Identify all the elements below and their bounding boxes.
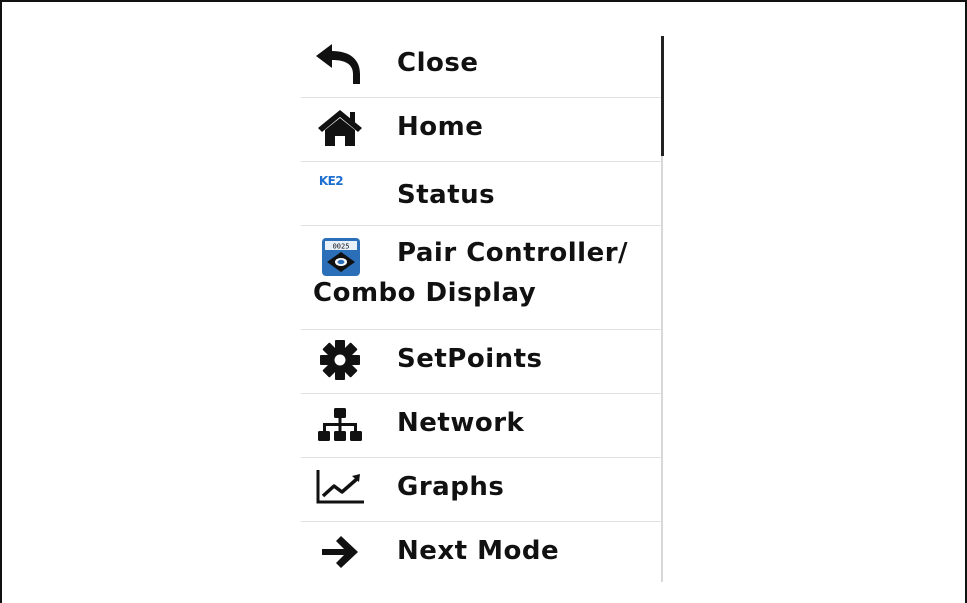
menu-item-close[interactable]: Close [301, 34, 661, 98]
menu-item-network[interactable]: Network [301, 394, 661, 458]
menu-item-label: Close [397, 48, 479, 78]
menu-item-label: Next Mode [397, 536, 560, 566]
menu-item-label: SetPoints [397, 344, 543, 374]
menu-item-label: Graphs [397, 472, 505, 502]
menu-item-label: Home [397, 112, 484, 142]
ke2-logo-text: KE2 [318, 174, 344, 188]
menu-item-label: Pair Controller/ [397, 238, 629, 268]
menu-item-label: Status [397, 180, 496, 210]
menu-item-next-mode[interactable]: Next Mode [301, 522, 661, 586]
controller-display-icon: 0025 [311, 234, 369, 278]
home-icon [311, 106, 369, 150]
undo-arrow-icon [311, 42, 369, 86]
menu-item-label-line2: Combo Display [313, 278, 537, 308]
menu-item-setpoints[interactable]: SetPoints [301, 330, 661, 394]
menu-item-status[interactable]: KE2 Status [301, 162, 661, 226]
menu-item-graphs[interactable]: Graphs [301, 458, 661, 522]
menu-item-pair-controller[interactable]: 0025 Pair Controller/ Combo Display [301, 226, 661, 330]
line-chart-icon [311, 466, 369, 510]
side-menu: Close Home KE2 Status 0025 Pair Controll… [301, 34, 663, 582]
gear-icon [311, 338, 369, 382]
ke2-logo-icon: KE2 [311, 170, 369, 214]
menu-item-home[interactable]: Home [301, 98, 661, 162]
scrollbar-thumb[interactable] [661, 36, 664, 156]
svg-text:0025: 0025 [333, 243, 350, 251]
arrow-right-icon [311, 530, 369, 574]
network-icon [311, 402, 369, 446]
menu-item-label: Network [397, 408, 525, 438]
